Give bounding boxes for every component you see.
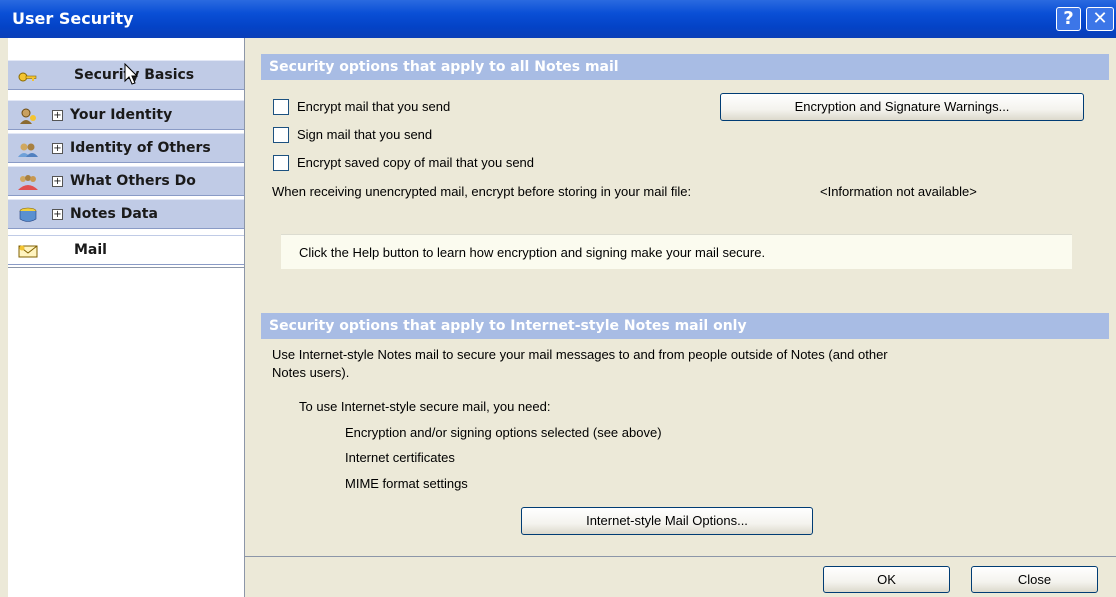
checkbox-label: Sign mail that you send	[297, 127, 433, 142]
key-icon	[18, 72, 37, 82]
receiving-value: <Information not available>	[820, 184, 977, 199]
checkbox-icon[interactable]	[273, 99, 289, 115]
ok-button[interactable]: OK	[823, 566, 950, 593]
close-button[interactable]: Close	[971, 566, 1098, 593]
receiving-label: When receiving unencrypted mail, encrypt…	[272, 184, 692, 199]
divider	[245, 556, 1116, 557]
intro-text: Use Internet-style Notes mail to secure …	[272, 347, 888, 362]
window-title: User Security	[12, 9, 134, 28]
sidebar: Security Basics + Your Identity + Identi…	[8, 38, 245, 597]
intro-text: Notes users).	[272, 365, 350, 380]
sidebar-item-label: Identity of Others	[70, 140, 211, 156]
sidebar-item-label: Your Identity	[70, 107, 173, 123]
section-header-internet-mail: Security options that apply to Internet-…	[261, 313, 1109, 339]
requirements-heading: To use Internet-style secure mail, you n…	[299, 399, 551, 414]
sidebar-item-label: Mail	[74, 242, 107, 258]
expand-icon[interactable]: +	[52, 209, 63, 220]
internet-style-mail-options-button[interactable]: Internet-style Mail Options...	[521, 507, 813, 535]
checkbox-label: Encrypt mail that you send	[297, 99, 451, 114]
sidebar-item-notes-data[interactable]: + Notes Data	[8, 199, 244, 229]
requirement-item: Encryption and/or signing options select…	[345, 425, 662, 440]
person-icon	[20, 108, 36, 124]
help-text: Click the Help button to learn how encry…	[299, 245, 766, 260]
sidebar-item-your-identity[interactable]: + Your Identity	[8, 100, 244, 130]
section-header-all-mail: Security options that apply to all Notes…	[261, 54, 1109, 80]
divider	[8, 267, 244, 268]
help-button[interactable]: ?	[1056, 7, 1081, 31]
expand-icon[interactable]: +	[52, 110, 63, 121]
main-panel: Security options that apply to all Notes…	[245, 38, 1116, 556]
sidebar-item-what-others-do[interactable]: + What Others Do	[8, 166, 244, 196]
sidebar-item-identity-of-others[interactable]: + Identity of Others	[8, 133, 244, 163]
checkbox-icon[interactable]	[273, 155, 289, 171]
requirement-item: Internet certificates	[345, 450, 455, 465]
group-icon	[18, 175, 38, 190]
help-info-box: Click the Help button to learn how encry…	[281, 234, 1072, 269]
database-icon	[19, 207, 37, 222]
encrypt-send-checkbox[interactable]: Encrypt mail that you send	[273, 97, 533, 117]
requirement-item: MIME format settings	[345, 476, 468, 491]
title-bar: User Security ? ✕	[0, 0, 1116, 38]
people-icon	[18, 143, 38, 157]
close-window-button[interactable]: ✕	[1086, 7, 1114, 31]
checkbox-icon[interactable]	[273, 127, 289, 143]
checkbox-label: Encrypt saved copy of mail that you send	[297, 155, 535, 170]
mouse-cursor-icon	[124, 63, 139, 85]
expand-icon[interactable]: +	[52, 176, 63, 187]
sidebar-item-label: Notes Data	[70, 206, 158, 222]
mail-icon	[18, 245, 38, 258]
encrypt-saved-checkbox[interactable]: Encrypt saved copy of mail that you send	[273, 153, 613, 173]
sign-send-checkbox[interactable]: Sign mail that you send	[273, 125, 533, 145]
encryption-signature-warnings-button[interactable]: Encryption and Signature Warnings...	[720, 93, 1084, 121]
sidebar-item-label: What Others Do	[70, 173, 196, 189]
sidebar-item-mail[interactable]: Mail	[8, 235, 244, 265]
expand-icon[interactable]: +	[52, 143, 63, 154]
